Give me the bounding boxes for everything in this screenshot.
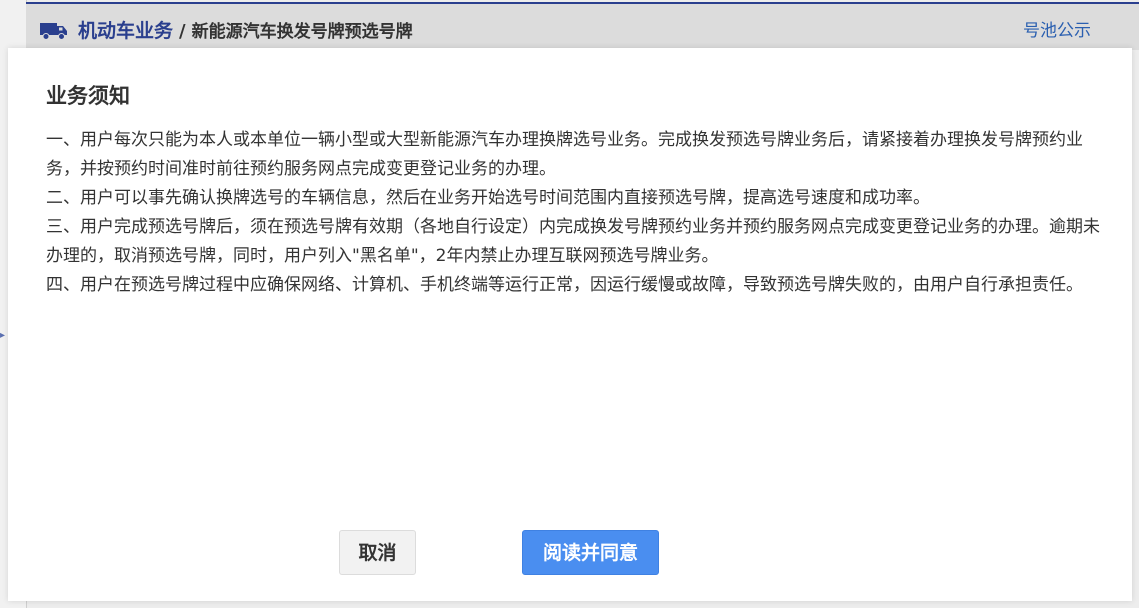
- notice-paragraph: 二、用户可以事先确认换牌选号的车辆信息，然后在业务开始选号时间范围内直接预选号牌…: [46, 188, 930, 208]
- breadcrumb-separator: /: [179, 21, 186, 42]
- breadcrumb-current: 新能源汽车换发号牌预选号牌: [191, 22, 413, 42]
- modal-title: 业务须知: [46, 84, 130, 108]
- breadcrumb-section[interactable]: 机动车业务: [78, 20, 173, 42]
- truck-icon: [40, 23, 67, 40]
- breadcrumb: 机动车业务 / 新能源汽车换发号牌预选号牌: [78, 18, 413, 44]
- cancel-button[interactable]: 取消: [339, 530, 416, 575]
- read-and-agree-button[interactable]: 阅读并同意: [522, 530, 659, 575]
- notice-modal: 业务须知 一、用户每次只能为本人或本单位一辆小型或大型新能源汽车办理换牌选号业务…: [8, 48, 1132, 601]
- modal-body: 一、用户每次只能为本人或本单位一辆小型或大型新能源汽车办理换牌选号业务。完成换发…: [46, 126, 1104, 300]
- pool-announcement-link[interactable]: 号池公示: [1023, 19, 1091, 43]
- notice-paragraph: 四、用户在预选号牌过程中应确保网络、计算机、手机终端等运行正常，因运行缓慢或故障…: [46, 275, 1083, 295]
- notice-paragraph: 三、用户完成预选号牌后，须在预选号牌有效期（各地自行设定）内完成换发号牌预约业务…: [46, 217, 1100, 266]
- collapse-arrow-icon[interactable]: ▸: [0, 330, 6, 342]
- notice-paragraph: 一、用户每次只能为本人或本单位一辆小型或大型新能源汽车办理换牌选号业务。完成换发…: [46, 130, 1083, 179]
